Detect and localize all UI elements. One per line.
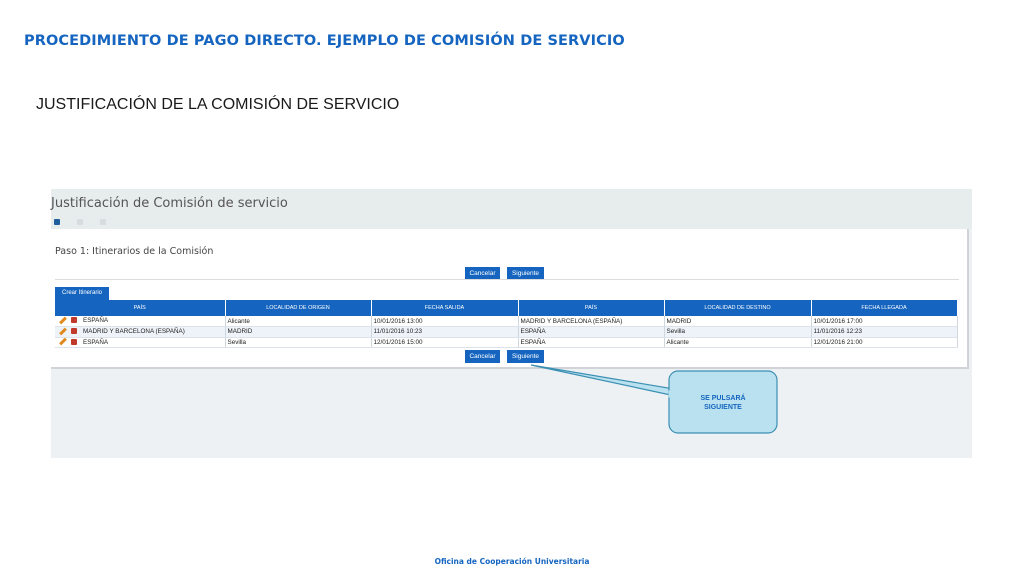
table-row[interactable]: ESPAÑA Sevilla 12/01/2016 15:00 ESPAÑA A… [55, 337, 958, 348]
edit-icon[interactable] [59, 316, 67, 325]
step-panel: Paso 1: Itinerarios de la Comisión Cance… [51, 229, 969, 369]
edit-icon[interactable] [59, 337, 67, 346]
app-screenshot: Justificación de Comisión de servicio Pa… [51, 189, 972, 458]
table-cell: ESPAÑA [518, 337, 665, 348]
callout-text: SE PULSARÁ SIGUIENTE [700, 395, 746, 411]
cancel-button-bottom[interactable]: Cancelar [465, 350, 500, 363]
table-cell: ESPAÑA [55, 316, 226, 327]
table-cell: 10/01/2016 13:00 [371, 316, 519, 327]
step-indicator-2[interactable] [77, 219, 83, 225]
table-cell: MADRID Y BARCELONA (ESPAÑA) [518, 316, 665, 327]
delete-icon[interactable] [71, 317, 77, 324]
table-cell: 11/01/2016 10:23 [371, 326, 519, 338]
column-header-country-destination[interactable]: PAÍS [518, 300, 665, 316]
table-cell: MADRID Y BARCELONA (ESPAÑA) [55, 326, 226, 338]
divider [55, 279, 959, 280]
table-cell: MADRID [225, 326, 372, 338]
table-cell: ESPAÑA [518, 326, 665, 338]
step-label: Paso 1: Itinerarios de la Comisión [55, 246, 214, 257]
step-indicator-3[interactable] [100, 219, 106, 225]
delete-icon[interactable] [71, 338, 77, 345]
table-cell: Sevilla [664, 326, 812, 338]
table-cell: Alicante [225, 316, 372, 327]
table-cell: MADRID [664, 316, 812, 327]
app-header: Justificación de Comisión de servicio [51, 189, 972, 229]
itinerary-table: PAÍS LOCALIDAD DE ORIGEN FECHA SALIDA PA… [55, 300, 958, 348]
table-cell: 10/01/2016 17:00 [811, 316, 958, 327]
footer-text: Oficina de Cooperación Universitaria [434, 557, 590, 566]
column-header-departure-date[interactable]: FECHA SALIDA [371, 300, 519, 316]
step-indicator-1[interactable] [54, 219, 60, 225]
edit-icon[interactable] [59, 327, 67, 336]
delete-icon[interactable] [71, 328, 77, 335]
table-cell: 12/01/2016 15:00 [371, 337, 519, 348]
table-header-row: PAÍS LOCALIDAD DE ORIGEN FECHA SALIDA PA… [55, 300, 958, 316]
column-header-destination-locality[interactable]: LOCALIDAD DE DESTINO [664, 300, 812, 316]
table-row[interactable]: ESPAÑA Alicante 10/01/2016 13:00 MADRID … [55, 316, 958, 327]
table-cell: 12/01/2016 21:00 [811, 337, 958, 348]
slide-subtitle: JUSTIFICACIÓN DE LA COMISIÓN DE SERVICIO [36, 96, 400, 113]
column-header-country-origin[interactable]: PAÍS [55, 300, 226, 316]
table-row[interactable]: MADRID Y BARCELONA (ESPAÑA) MADRID 11/01… [55, 326, 958, 338]
app-header-title: Justificación de Comisión de servicio [51, 196, 288, 211]
column-header-origin-locality[interactable]: LOCALIDAD DE ORIGEN [225, 300, 372, 316]
column-header-arrival-date[interactable]: FECHA LLEGADA [811, 300, 958, 316]
table-cell: 11/01/2016 12:23 [811, 326, 958, 338]
table-cell: ESPAÑA [55, 337, 226, 348]
next-button-bottom[interactable]: Siguiente [507, 350, 544, 363]
table-cell: Sevilla [225, 337, 372, 348]
slide-title: PROCEDIMIENTO DE PAGO DIRECTO. EJEMPLO D… [24, 33, 625, 49]
table-cell: Alicante [664, 337, 812, 348]
tab-create-itinerary[interactable]: Crear Itinerario [55, 287, 109, 300]
